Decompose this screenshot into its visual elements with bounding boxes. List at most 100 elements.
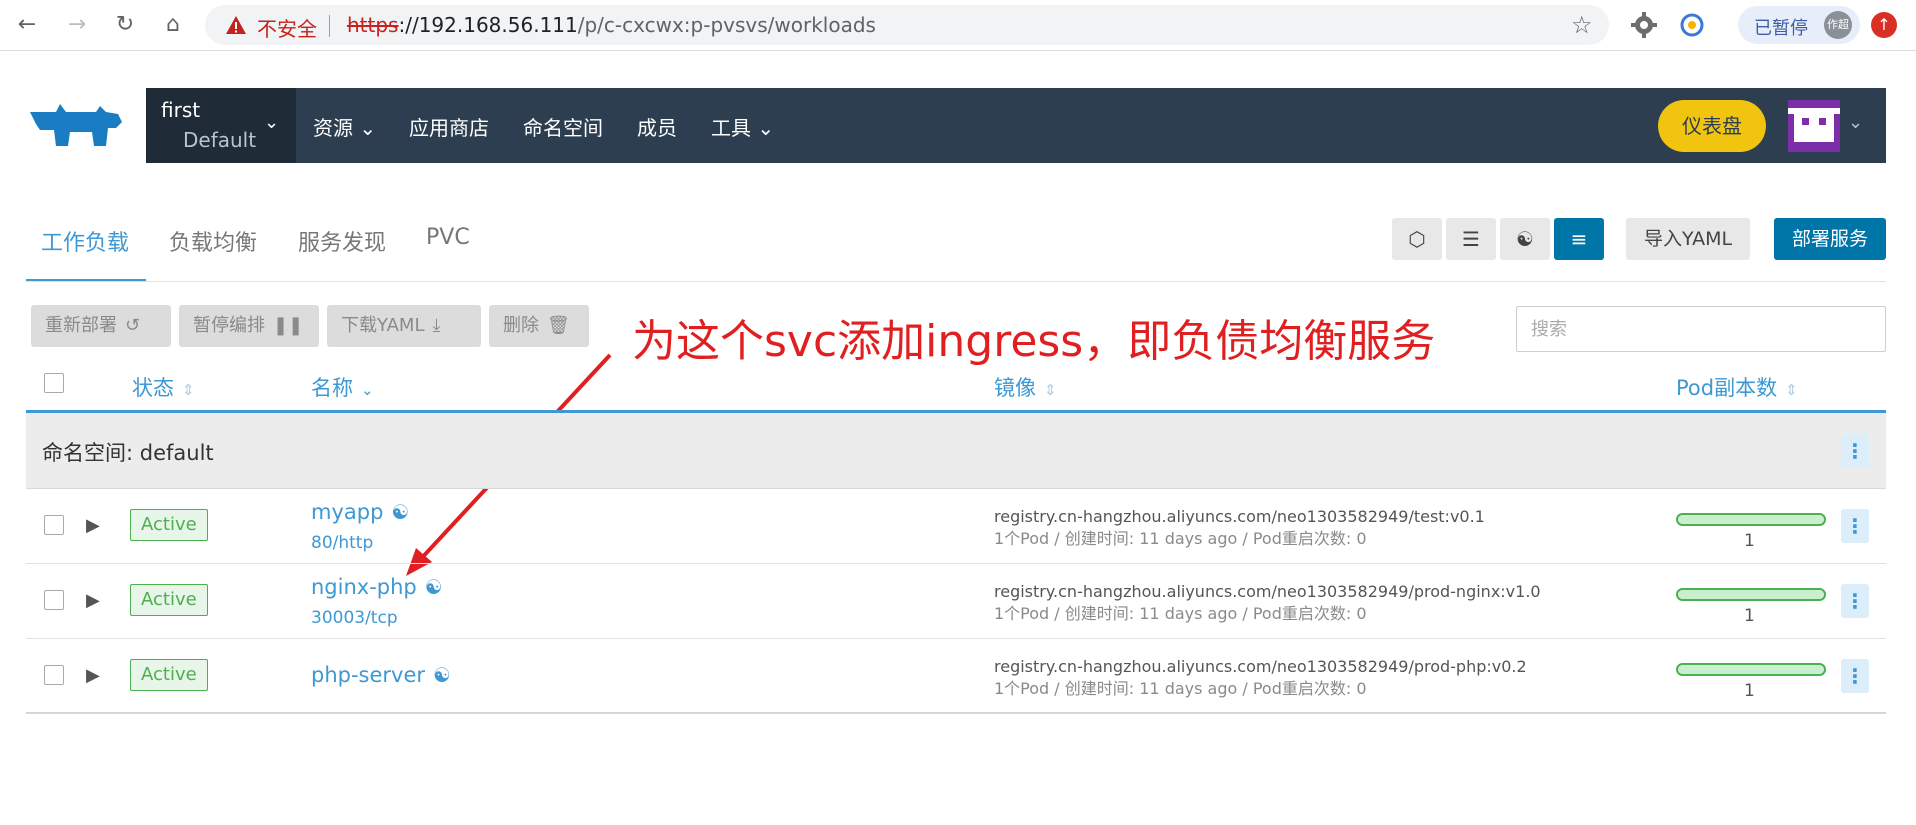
- nav-resources[interactable]: 资源 ⌄: [313, 112, 376, 141]
- project-name: Default: [183, 128, 257, 152]
- delete-button[interactable]: 删除 🗑: [489, 305, 589, 347]
- tab-load-balancing[interactable]: 负载均衡: [169, 225, 257, 257]
- column-name[interactable]: 名称 ⌄: [311, 372, 374, 402]
- address-separator: [329, 15, 330, 37]
- tabs-divider: [26, 281, 1886, 282]
- image-name: registry.cn-hangzhou.aliyuncs.com/neo130…: [994, 582, 1541, 601]
- user-avatar[interactable]: [1788, 100, 1840, 152]
- column-state[interactable]: 状态 ⇕: [132, 372, 195, 402]
- namespace-actions-menu[interactable]: ⋮: [1841, 434, 1869, 468]
- url-text: https://192.168.56.111/p/c-cxcwx:p-pvsvs…: [347, 13, 876, 37]
- workload-name: php-server: [311, 663, 426, 687]
- redeploy-icon: ↺: [125, 315, 141, 336]
- url-scheme: https: [347, 13, 399, 37]
- nav-members[interactable]: 成员: [637, 112, 677, 141]
- pod-progress-bar: [1676, 513, 1826, 526]
- forward-icon[interactable]: →: [62, 10, 92, 40]
- address-bar[interactable]: 不安全 https://192.168.56.111/p/c-cxcwx:p-p…: [205, 5, 1609, 45]
- workload-meta: 1个Pod / 创建时间: 11 days ago / Pod重启次数: 0: [994, 604, 1367, 623]
- pause-icon: ❚❚: [273, 315, 304, 336]
- dashboard-button[interactable]: 仪表盘: [1658, 100, 1766, 152]
- annotation-text: 为这个svc添加ingress，即负债均衡服务: [632, 316, 1436, 367]
- row-actions-menu[interactable]: ⋮: [1841, 509, 1869, 543]
- cluster-name: first: [161, 98, 201, 122]
- redeploy-button[interactable]: 重新部署 ↺: [31, 305, 171, 347]
- service-icon: ☯: [433, 663, 451, 687]
- tab-pvc[interactable]: PVC: [426, 225, 470, 250]
- download-yaml-button[interactable]: 下载YAML ⤓: [327, 305, 481, 347]
- image-name: registry.cn-hangzhou.aliyuncs.com/neo130…: [994, 657, 1527, 676]
- pod-progress-bar: [1676, 663, 1826, 676]
- deploy-button[interactable]: 部署服务: [1774, 218, 1886, 260]
- column-pods-label: Pod副本数: [1676, 376, 1778, 400]
- workload-meta: 1个Pod / 创建时间: 11 days ago / Pod重启次数: 0: [994, 529, 1367, 548]
- workload-name-link[interactable]: nginx-php ☯: [311, 575, 443, 599]
- home-icon[interactable]: ⌂: [158, 10, 188, 40]
- image-name: registry.cn-hangzhou.aliyuncs.com/neo130…: [994, 507, 1485, 526]
- sort-icon: ⇕: [1044, 381, 1057, 399]
- not-secure-label: 不安全: [257, 17, 317, 41]
- profile-paused-pill[interactable]: 已暂停 作超: [1738, 6, 1860, 44]
- table-row: ▶ Active php-server ☯ registry.cn-hangzho…: [26, 639, 1886, 714]
- cluster-project-switcher[interactable]: first Default ⌄: [146, 88, 296, 163]
- reload-icon[interactable]: ↻: [110, 10, 140, 40]
- row-checkbox[interactable]: [44, 590, 64, 610]
- row-checkbox[interactable]: [44, 515, 64, 535]
- extension-compass-icon[interactable]: [1678, 11, 1706, 39]
- chevron-down-icon[interactable]: ⌄: [1848, 112, 1863, 133]
- view-cube-icon[interactable]: ⬡: [1392, 218, 1442, 260]
- view-service-icon[interactable]: ☯: [1500, 218, 1550, 260]
- pause-label: 暂停编排: [193, 315, 265, 336]
- pod-count: 1: [1744, 681, 1755, 701]
- workload-meta: 1个Pod / 创建时间: 11 days ago / Pod重启次数: 0: [994, 679, 1367, 698]
- row-actions-menu[interactable]: ⋮: [1841, 659, 1869, 693]
- column-pods[interactable]: Pod副本数 ⇕: [1676, 372, 1798, 402]
- profile-avatar: 作超: [1824, 11, 1852, 39]
- bookmark-star-icon[interactable]: ☆: [1571, 11, 1593, 39]
- service-icon: ☯: [391, 500, 410, 524]
- workload-name-link[interactable]: php-server ☯: [311, 663, 451, 687]
- pod-count: 1: [1744, 606, 1755, 626]
- download-icon: ⤓: [432, 315, 441, 336]
- table-row: ▶ Active myapp ☯ 80/http registry.cn-hang…: [26, 489, 1886, 564]
- expand-icon[interactable]: ▶: [86, 590, 100, 611]
- rancher-logo-icon[interactable]: [26, 100, 126, 150]
- warning-icon: [226, 16, 246, 34]
- nav-app-store[interactable]: 应用商店: [409, 112, 489, 141]
- pause-button[interactable]: 暂停编排 ❚❚: [179, 305, 319, 347]
- paused-label: 已暂停: [1754, 18, 1808, 39]
- view-server-icon[interactable]: ☰: [1446, 218, 1496, 260]
- row-actions-menu[interactable]: ⋮: [1841, 584, 1869, 618]
- pod-progress-bar: [1676, 588, 1826, 601]
- status-badge: Active: [130, 584, 208, 616]
- extension-gear-icon[interactable]: [1630, 11, 1658, 39]
- column-image[interactable]: 镜像 ⇕: [994, 372, 1057, 402]
- search-input[interactable]: [1517, 307, 1885, 351]
- tab-workloads[interactable]: 工作负载: [41, 225, 129, 257]
- workload-name-link[interactable]: myapp ☯: [311, 500, 409, 524]
- expand-icon[interactable]: ▶: [86, 515, 100, 536]
- update-icon[interactable]: ↑: [1871, 12, 1897, 38]
- download-yaml-label: 下载YAML: [341, 315, 425, 336]
- pod-progress-fill: [1678, 515, 1824, 524]
- redeploy-label: 重新部署: [45, 315, 117, 336]
- nav-resources-label: 资源: [313, 116, 353, 140]
- nav-namespaces[interactable]: 命名空间: [523, 112, 603, 141]
- tab-service-discovery[interactable]: 服务发现: [298, 225, 386, 257]
- nav-tools[interactable]: 工具 ⌄: [711, 112, 774, 141]
- column-image-label: 镜像: [994, 376, 1036, 400]
- expand-icon[interactable]: ▶: [86, 665, 100, 686]
- view-list-icon[interactable]: ≡: [1554, 218, 1604, 260]
- namespace-label: 命名空间: default: [42, 441, 214, 465]
- back-icon[interactable]: ←: [12, 10, 42, 40]
- port-link[interactable]: 80/http: [311, 533, 373, 553]
- column-state-label: 状态: [132, 376, 174, 400]
- port-link[interactable]: 30003/tcp: [311, 608, 398, 628]
- row-checkbox[interactable]: [44, 665, 64, 685]
- top-nav: first Default ⌄ 资源 ⌄ 应用商店 命名空间 成员 工具 ⌄ 仪…: [146, 88, 1886, 163]
- chevron-down-icon: ⌄: [757, 116, 775, 140]
- import-yaml-button[interactable]: 导入YAML: [1626, 218, 1750, 260]
- browser-toolbar: ← → ↻ ⌂ 不安全 https://192.168.56.111/p/c-c…: [0, 0, 1916, 51]
- namespace-group-row: 命名空间: default ⋮: [26, 413, 1886, 489]
- select-all-checkbox[interactable]: [44, 373, 64, 393]
